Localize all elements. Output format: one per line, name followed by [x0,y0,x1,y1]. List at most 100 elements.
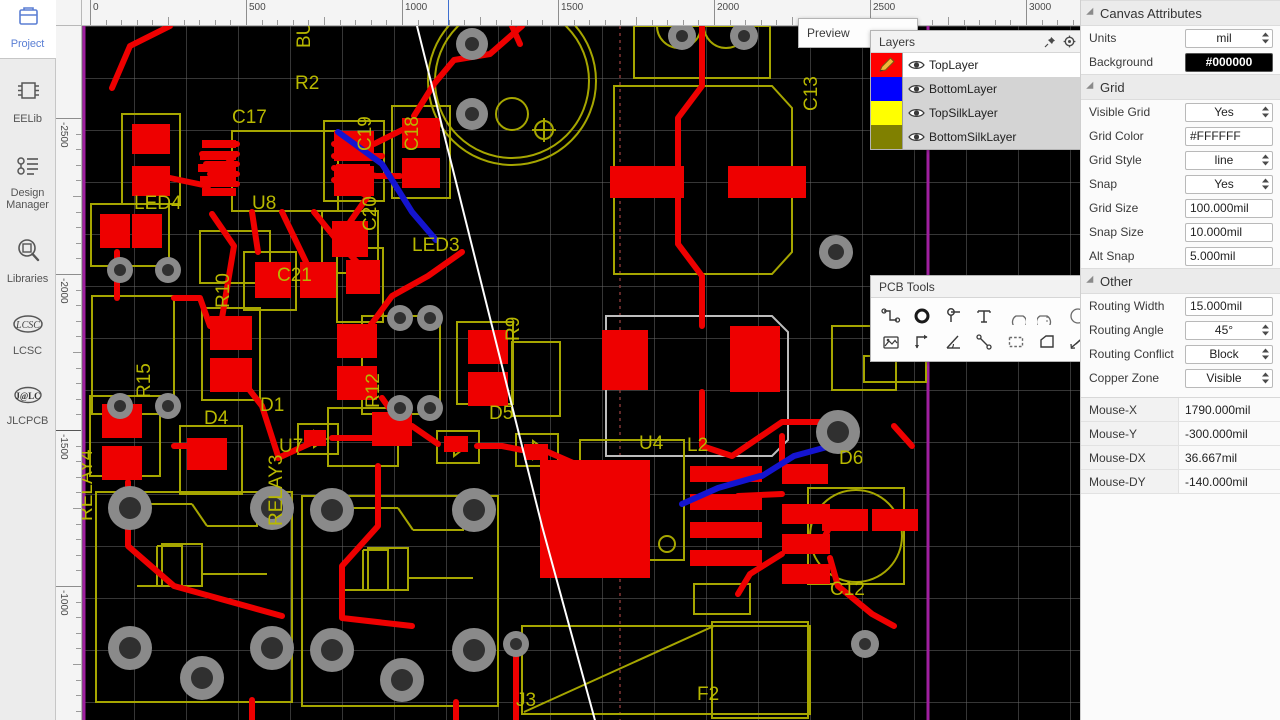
property-input[interactable]: #FFFFFF [1185,126,1273,146]
sidebar-item-label: Libraries [6,273,49,285]
stepper-arrows-icon[interactable] [1262,348,1269,360]
ruler-tick [651,20,653,25]
property-section-title: Other [1100,273,1133,289]
property-select[interactable]: Visible [1185,368,1273,388]
property-select[interactable]: 45° [1185,320,1273,340]
property-section-header[interactable]: Other [1081,268,1280,294]
gear-icon[interactable] [1063,35,1076,48]
property-select[interactable]: Yes [1185,174,1273,194]
ruler-tick [261,20,263,25]
property-section-header[interactable]: Grid [1081,74,1280,100]
solid-region-tool[interactable] [1000,329,1031,355]
arc-cw-tool[interactable] [1000,303,1031,329]
stepper-arrows-icon[interactable] [1262,372,1269,384]
property-color-field[interactable]: #000000 [1185,52,1273,72]
layer-row[interactable]: BottomLayer [871,77,1080,101]
property-value: 5.000mil [1190,249,1236,263]
text-tool[interactable] [969,303,1000,329]
ruler-tick [292,20,294,25]
ruler-tick [56,118,81,119]
property-select[interactable]: mil [1185,28,1273,48]
layer-color-swatch[interactable] [871,101,903,125]
component-designator: BUZ2 [294,26,315,48]
ruler-tick [152,20,154,25]
layer-visibility-eye-icon[interactable] [903,107,929,119]
pcb-tools-panel[interactable]: PCB Tools [870,275,1080,362]
layers-panel-title: Layers [879,34,916,49]
layer-color-swatch[interactable] [871,77,903,101]
canvas-area[interactable]: 0 500 1000 1500 2000 2500 3000 -2500 -2000 -1500… [56,0,1080,720]
ruler-tick [792,17,793,25]
property-input[interactable]: 100.000mil [1185,198,1273,218]
stepper-arrows-icon[interactable] [1262,178,1269,190]
image-tool[interactable] [875,329,906,355]
component-designator: U8 [252,193,276,214]
layers-panel-header[interactable]: Layers [871,31,1080,53]
ruler-tick [308,20,310,25]
connection-tool[interactable] [969,329,1000,355]
lcsc-logo-icon: LCSC [10,313,46,342]
dimension-tool[interactable] [906,329,937,355]
horizontal-ruler[interactable]: 0 500 1000 1500 2000 2500 3000 [82,0,1080,26]
sidebar-item-lcsc[interactable]: LCSC LCSC [0,307,56,365]
via-tool[interactable] [906,303,937,329]
property-label: Routing Angle [1089,323,1164,337]
component-designator: R12 [363,373,384,408]
layer-visibility-eye-icon[interactable] [903,59,929,71]
stepper-arrows-icon[interactable] [1262,324,1269,336]
ruler-tick [214,20,216,25]
vertical-ruler[interactable]: -2500-2000-1500-1000-500 [56,26,82,720]
track-tool[interactable] [875,303,906,329]
stepper-arrows-icon[interactable] [1262,154,1269,166]
property-label: Grid Style [1089,153,1142,167]
copper-area-tool[interactable] [1031,329,1062,355]
layer-visibility-eye-icon[interactable] [903,131,929,143]
property-section-header[interactable]: Canvas Attributes [1081,0,1280,26]
ruler-tick [76,445,81,447]
property-input[interactable]: 5.000mil [1185,246,1273,266]
sidebar-item-jlcpcb[interactable]: J@LC JLCPCB [0,379,56,435]
stepper-arrows-icon[interactable] [1262,106,1269,118]
ruler-tick [76,305,81,307]
layer-color-swatch[interactable] [871,125,903,149]
stepper-arrows-icon[interactable] [1262,32,1269,44]
ruler-tick [230,20,232,25]
property-value: Block [1209,347,1239,361]
property-row: Units mil [1081,26,1280,50]
layer-color-swatch[interactable] [871,53,903,77]
property-row: Grid Size 100.000mil [1081,196,1280,220]
component-designator: RELAY3 [266,455,287,526]
sidebar-item-project[interactable]: Project [0,0,56,58]
property-input[interactable]: 15.000mil [1185,296,1273,316]
status-row: Mouse-DY -140.000mil [1081,470,1280,494]
layers-panel[interactable]: Layers TopLayer BottomLayer TopSilkLayer… [870,30,1080,150]
property-value: mil [1216,31,1232,45]
property-label: Alt Snap [1089,249,1135,263]
component-designator: C19 [355,116,376,151]
circle-tool[interactable] [1063,303,1080,329]
property-select[interactable]: Yes [1185,102,1273,122]
properties-scroll-area[interactable]: Canvas Attributes Units mil Background #0000… [1081,0,1280,720]
layer-row[interactable]: TopLayer [871,53,1080,77]
arc-ccw-tool[interactable] [1031,303,1062,329]
property-select[interactable]: Block [1185,344,1273,364]
pad-tool[interactable] [938,303,969,329]
layer-row[interactable]: BottomSilkLayer [871,125,1080,149]
net-tool[interactable] [1063,329,1080,355]
property-input[interactable]: 10.000mil [1185,222,1273,242]
component-designator: D1 [260,395,284,416]
sidebar-item-eelib[interactable]: EELib [0,71,56,133]
pin-icon[interactable] [1044,36,1056,48]
ruler-tick [495,20,497,25]
ruler-tick [948,17,949,25]
angle-tool[interactable] [938,329,969,355]
property-select[interactable]: line [1185,150,1273,170]
layer-row[interactable]: TopSilkLayer [871,101,1080,125]
sidebar-item-design-manager[interactable]: Design Manager [0,147,56,219]
pcb-tools-panel-header[interactable]: PCB Tools [871,276,1080,298]
sidebar-item-libraries[interactable]: Libraries [0,231,56,293]
component-designator: C17 [232,107,267,128]
layer-visibility-eye-icon[interactable] [903,83,929,95]
ruler-tick [667,20,669,25]
status-value: -140.000mil [1179,470,1280,493]
